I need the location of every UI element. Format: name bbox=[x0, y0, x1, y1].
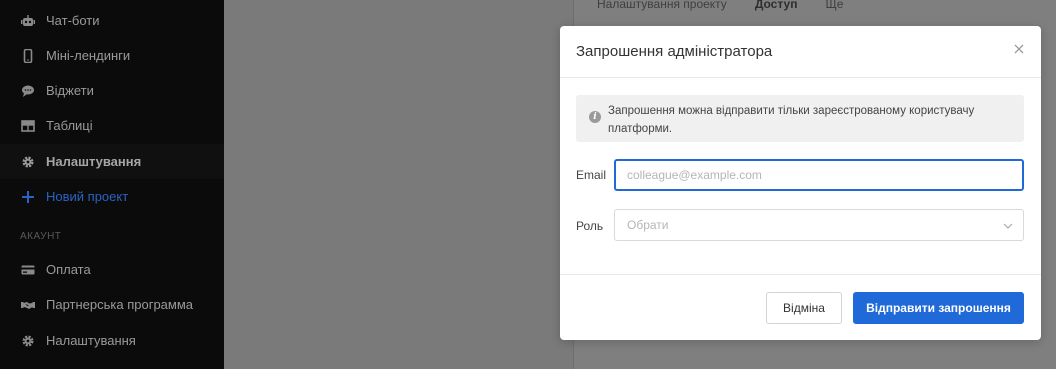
chat-bubble-icon bbox=[20, 83, 36, 99]
email-field[interactable] bbox=[614, 159, 1024, 191]
sidebar-item-account-settings[interactable]: Налаштування bbox=[0, 323, 224, 358]
sidebar-item-mini-landings[interactable]: Міні-лендинги bbox=[0, 38, 224, 73]
sidebar-item-widgets[interactable]: Віджети bbox=[0, 73, 224, 108]
sidebar-item-label: Новий проект bbox=[46, 189, 129, 204]
sidebar-item-label: Чат-боти bbox=[46, 13, 100, 28]
cancel-button[interactable]: Відміна bbox=[766, 292, 842, 324]
sidebar-item-tables[interactable]: Таблиці bbox=[0, 108, 224, 143]
new-project-button[interactable]: Новий проект bbox=[0, 179, 224, 214]
modal-header: Запрошення адміністратора bbox=[560, 26, 1041, 78]
role-select-value: Обрати bbox=[627, 218, 669, 232]
sidebar: Чат-боти Міні-лендинги Віджети Таблиці Н… bbox=[0, 0, 224, 369]
modal-footer: Відміна Відправити запрошення bbox=[560, 274, 1041, 340]
tab-project-settings[interactable]: Налаштування проекту bbox=[597, 0, 727, 11]
gear-icon bbox=[20, 154, 36, 170]
sidebar-item-partner-program[interactable]: Партнерська программа bbox=[0, 287, 224, 322]
role-select[interactable]: Обрати bbox=[614, 209, 1024, 241]
tab-access[interactable]: Доступ bbox=[755, 0, 798, 11]
sidebar-item-label: Налаштування bbox=[46, 154, 142, 169]
sidebar-item-label: Оплата bbox=[46, 262, 91, 277]
plus-icon bbox=[20, 189, 36, 205]
sidebar-item-label: Таблиці bbox=[46, 118, 93, 133]
handshake-icon bbox=[20, 297, 36, 313]
info-icon: i bbox=[589, 111, 601, 123]
tab-more[interactable]: Ще bbox=[825, 0, 843, 11]
project-tabs: Налаштування проекту Доступ Ще bbox=[597, 0, 843, 11]
sidebar-item-label: Партнерська программа bbox=[46, 297, 194, 312]
send-invitation-button[interactable]: Відправити запрошення bbox=[853, 292, 1024, 324]
table-icon bbox=[20, 118, 36, 134]
info-text: Запрошення можна відправити тільки зареє… bbox=[608, 105, 975, 135]
role-label: Роль bbox=[576, 219, 604, 233]
sidebar-item-label: Віджети bbox=[46, 83, 94, 98]
invite-admin-modal: Запрошення адміністратора i Запрошення м… bbox=[560, 26, 1041, 340]
close-button[interactable] bbox=[1011, 42, 1027, 58]
section-label-account: АКАУНТ bbox=[20, 231, 62, 242]
email-label: Email bbox=[576, 168, 607, 182]
credit-card-icon bbox=[20, 262, 36, 278]
close-icon bbox=[1014, 41, 1024, 59]
sidebar-item-label: Міні-лендинги bbox=[46, 48, 131, 63]
robot-icon bbox=[20, 13, 36, 29]
sidebar-item-label: Налаштування bbox=[46, 333, 136, 348]
sidebar-item-settings[interactable]: Налаштування bbox=[0, 144, 224, 179]
phone-icon bbox=[20, 48, 36, 64]
chevron-down-icon bbox=[1003, 220, 1013, 230]
gear-icon bbox=[20, 333, 36, 349]
info-notice: i Запрошення можна відправити тільки зар… bbox=[576, 95, 1024, 142]
sidebar-item-payment[interactable]: Оплата bbox=[0, 252, 224, 287]
sidebar-item-chatbots[interactable]: Чат-боти bbox=[0, 3, 224, 38]
modal-title: Запрошення адміністратора bbox=[576, 43, 773, 60]
